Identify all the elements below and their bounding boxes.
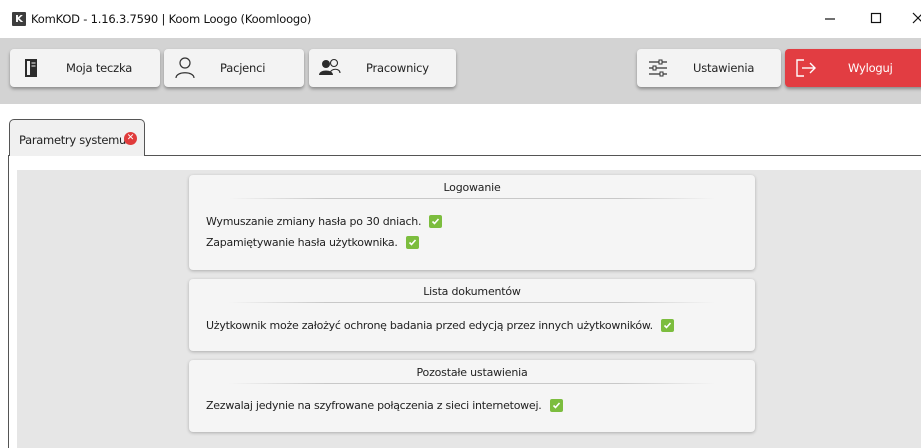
option-label: Zapamiętywanie hasła użytkownika. [206, 236, 398, 249]
window-title: KomKOD - 1.16.3.7590 | Koom Loogo (Kooml… [31, 12, 312, 26]
logout-button[interactable]: Wyloguj [785, 49, 921, 87]
settings-label: Ustawienia [693, 61, 755, 75]
users-icon [319, 57, 341, 79]
my-folder-label: Moja teczka [66, 61, 133, 75]
option-label: Użytkownik może założyć ochronę badania … [206, 319, 653, 332]
staff-label: Pracownicy [366, 61, 429, 75]
option-row[interactable]: Wymuszanie zmiany hasła po 30 dniach. [206, 215, 443, 228]
sliders-icon [647, 57, 669, 79]
checkbox-checked-icon[interactable] [429, 215, 443, 228]
tab-system-parameters[interactable]: Parametry systemu ✕ [9, 119, 145, 156]
option-row[interactable]: Zapamiętywanie hasła użytkownika. [206, 236, 419, 249]
minimize-icon [825, 18, 835, 20]
section-login: Logowanie Wymuszanie zmiany hasła po 30 … [189, 175, 755, 270]
maximize-button[interactable] [864, 6, 888, 30]
option-label: Zezwalaj jedynie na szyfrowane połączeni… [206, 399, 542, 412]
logout-label: Wyloguj [848, 61, 893, 75]
checkbox-checked-icon[interactable] [405, 236, 419, 249]
section-other-settings: Pozostałe ustawienia Zezwalaj jedynie na… [189, 360, 755, 432]
title-bar: K KomKOD - 1.16.3.7590 | Koom Loogo (Koo… [0, 0, 921, 38]
close-window-button[interactable] [906, 6, 921, 30]
section-divider [229, 198, 715, 199]
section-title: Pozostałe ustawienia [416, 366, 528, 379]
section-title: Logowanie [443, 181, 501, 194]
section-divider [229, 383, 715, 384]
main-toolbar: Moja teczka Pacjenci Pracownicy Ustawien… [0, 38, 921, 104]
minimize-button[interactable] [818, 6, 842, 30]
section-title: Lista dokumentów [423, 285, 521, 298]
option-row[interactable]: Użytkownik może założyć ochronę badania … [206, 319, 674, 332]
content-border [8, 155, 9, 448]
my-folder-button[interactable]: Moja teczka [10, 49, 160, 87]
maximize-icon [870, 12, 882, 24]
patients-button[interactable]: Pacjenci [164, 49, 304, 87]
settings-button[interactable]: Ustawienia [637, 49, 781, 87]
section-document-list: Lista dokumentów Użytkownik może założyć… [189, 279, 755, 351]
checkbox-checked-icon[interactable] [549, 399, 563, 412]
staff-button[interactable]: Pracownicy [309, 49, 456, 87]
user-icon [174, 57, 196, 79]
logout-icon [795, 57, 817, 79]
tab-divider [145, 155, 921, 156]
tab-label: Parametry systemu [19, 133, 126, 147]
patients-label: Pacjenci [220, 61, 266, 75]
section-divider [229, 302, 715, 303]
checkbox-checked-icon[interactable] [660, 319, 674, 332]
app-logo-icon: K [12, 12, 26, 26]
option-row[interactable]: Zezwalaj jedynie na szyfrowane połączeni… [206, 399, 563, 412]
option-label: Wymuszanie zmiany hasła po 30 dniach. [206, 215, 422, 228]
close-tab-icon[interactable]: ✕ [124, 132, 137, 145]
close-icon [912, 12, 921, 24]
folder-book-icon [20, 57, 42, 79]
